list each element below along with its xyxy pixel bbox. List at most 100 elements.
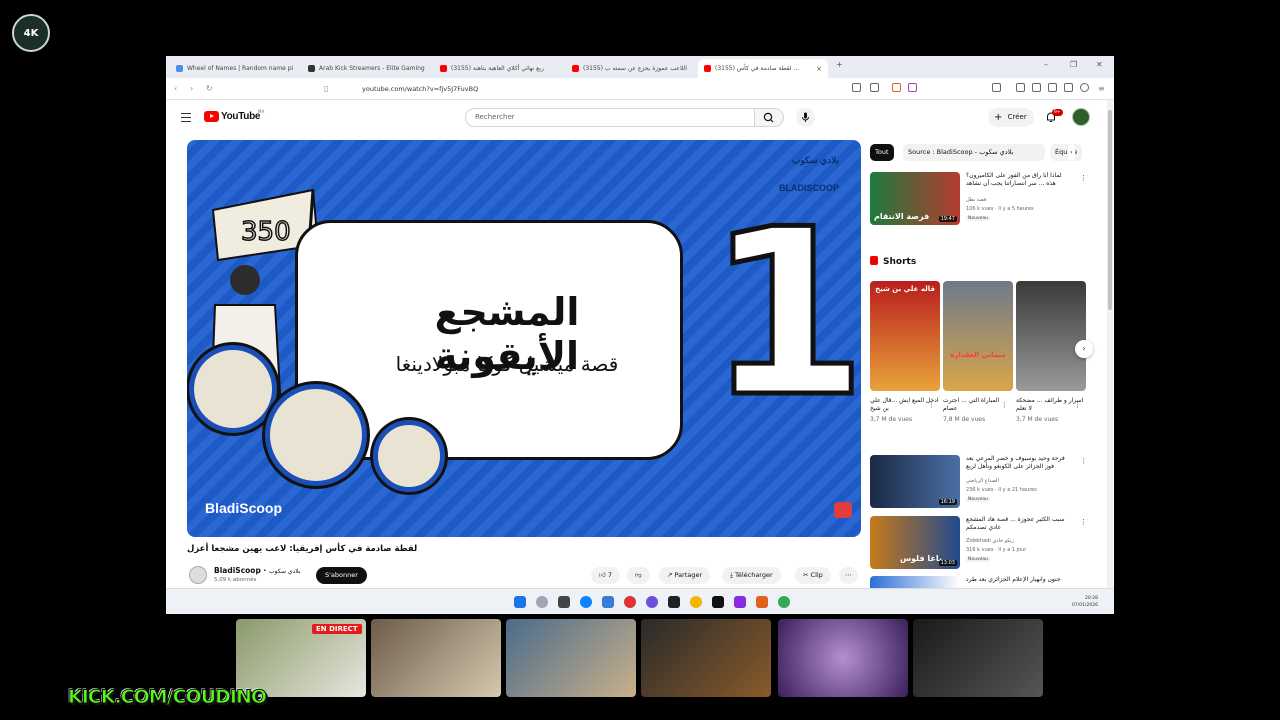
brave-shield-icon[interactable] xyxy=(892,83,901,92)
like-button[interactable]: 👍︎ 7 xyxy=(591,567,621,584)
new-badge: Nouveau xyxy=(966,497,991,502)
app-icon[interactable] xyxy=(624,596,636,608)
youtube-logo[interactable]: YouTube xyxy=(204,111,261,122)
more-options-icon[interactable]: ⋮ xyxy=(1001,401,1008,409)
close-tab-icon[interactable]: × xyxy=(816,65,822,73)
channel-watermark: بلادي سكوب BLADISCOOP xyxy=(778,155,839,193)
app-icon[interactable] xyxy=(778,596,790,608)
tabs-icon[interactable] xyxy=(1032,83,1041,92)
short-thumbnail[interactable] xyxy=(1016,281,1086,391)
extensions-icon[interactable] xyxy=(992,83,1001,92)
more-options-icon[interactable]: ⋮ xyxy=(1080,518,1087,526)
video-thumbnail[interactable]: باغا فلوس 13:03 xyxy=(870,516,960,569)
more-options-icon[interactable]: ⋮ xyxy=(1080,457,1087,465)
page-scrollbar[interactable] xyxy=(1107,100,1113,588)
channel-name[interactable]: BladiScoop · بلادي سكوب xyxy=(214,566,301,575)
webcam-feed xyxy=(506,619,636,697)
close-window-icon[interactable]: ✕ xyxy=(1096,60,1103,69)
video-thumbnail[interactable] xyxy=(870,576,960,588)
shorts-next-icon[interactable]: › xyxy=(1075,340,1093,358)
new-tab-icon[interactable]: + xyxy=(836,60,843,69)
more-options-icon[interactable]: ⋮ xyxy=(1074,401,1081,409)
chips-next-icon[interactable]: › xyxy=(1068,144,1075,161)
chip-all[interactable]: Tout xyxy=(870,144,894,161)
task-view-icon[interactable] xyxy=(558,596,570,608)
wallet-icon[interactable] xyxy=(1064,83,1073,92)
store-icon[interactable] xyxy=(602,596,614,608)
twitch-icon[interactable] xyxy=(734,596,746,608)
thumbnail-caption: باغا فلوس xyxy=(900,554,942,563)
chrome-icon[interactable] xyxy=(690,596,702,608)
system-clock[interactable]: 20:28 07/01/2026 xyxy=(1072,595,1098,609)
recommended-video[interactable]: جنون وانهيار الإعلام الجزائري بعد طرد ⋮ xyxy=(870,576,1080,588)
terminal-icon[interactable] xyxy=(712,596,724,608)
forward-icon[interactable]: › xyxy=(190,84,193,93)
search-icon[interactable] xyxy=(536,596,548,608)
dislike-button[interactable]: 👎︎ xyxy=(627,567,650,584)
tab-arab-kick[interactable]: Arab Kick Streamers - Elite Gaming xyxy=(302,59,432,78)
channel-name[interactable]: قصة بطل xyxy=(966,197,986,203)
video-duration: 16:19 xyxy=(938,499,957,505)
video-title[interactable]: جنون وانهيار الإعلام الجزائري بعد طرد xyxy=(966,576,1070,584)
youtube-favicon-icon xyxy=(440,65,447,72)
tab-label: (3155) ربع نهائي أكلاي العاهبة بتاهنة xyxy=(451,65,544,72)
reload-icon[interactable]: ↻ xyxy=(206,84,213,93)
channel-avatar[interactable] xyxy=(189,566,207,584)
channel-name[interactable]: الصداع الرياضي xyxy=(966,478,999,484)
video-title[interactable]: لماذا أنا راق من الفوز على الكاميرون؟ هذ… xyxy=(966,172,1070,188)
filter-chips: Tout Source : BladiScoop - بلادي سكوب Éq… xyxy=(870,144,1083,161)
edge-icon[interactable] xyxy=(580,596,592,608)
profile-icon[interactable] xyxy=(1080,83,1089,92)
video-title[interactable]: فرحة وحيد بوسيوف و خضر المرعي بعد فوز ال… xyxy=(966,455,1070,471)
video-player[interactable]: 350 المشجع الأيقونة قصة ميشيل كوكا مبولا… xyxy=(187,140,861,537)
minimize-icon[interactable]: – xyxy=(1044,60,1048,69)
more-options-icon[interactable]: ⋮ xyxy=(1080,174,1087,182)
video-thumbnail[interactable]: 16:19 xyxy=(870,455,960,508)
subscribe-button[interactable]: S'abonner xyxy=(316,567,367,584)
back-icon[interactable]: ‹ xyxy=(174,84,177,93)
account-avatar[interactable] xyxy=(1072,108,1090,126)
brave-icon[interactable] xyxy=(756,596,768,608)
share-button[interactable]: ↗ Partager xyxy=(659,567,711,584)
chip-team[interactable]: Équipe xyxy=(1050,144,1083,161)
short-thumbnail[interactable]: قاله علي بن شيخ xyxy=(870,281,940,391)
chip-source[interactable]: Source : BladiScoop - بلادي سكوب xyxy=(903,144,1045,161)
more-options-icon[interactable]: ⋮ xyxy=(928,401,935,409)
more-actions-button[interactable]: ⋯ xyxy=(839,567,858,584)
search-button[interactable] xyxy=(754,108,784,127)
recommended-video[interactable]: فرصة الانتقام 19:47 لماذا أنا راق من الف… xyxy=(870,172,1087,232)
video-thumbnail[interactable]: فرصة الانتقام 19:47 xyxy=(870,172,960,225)
obs-icon[interactable] xyxy=(668,596,680,608)
search-input[interactable]: Rechercher xyxy=(465,108,755,127)
clip-button[interactable]: ✂ Clip xyxy=(795,567,831,584)
browser-menu-icon[interactable]: ≡ xyxy=(1098,84,1105,93)
menu-icon[interactable] xyxy=(181,113,191,124)
recommended-video[interactable]: باغا فلوس 13:03 سبب الكثير عجوزة ... قصة… xyxy=(870,516,1087,571)
sidebar-icon[interactable] xyxy=(1016,83,1025,92)
short-item[interactable]: ميماني العقدارة المباراة التي ... اجترت … xyxy=(943,281,1013,423)
download-icon[interactable] xyxy=(1048,83,1057,92)
tab-youtube-2[interactable]: (3155) اللاعب عموزة يحزع عن سمته ب xyxy=(566,59,696,78)
cast-icon[interactable] xyxy=(852,83,861,92)
tab-youtube-1[interactable]: (3155) ربع نهائي أكلاي العاهبة بتاهنة xyxy=(434,59,564,78)
start-icon[interactable] xyxy=(514,596,526,608)
country-code: MA xyxy=(258,109,265,114)
rewards-icon[interactable] xyxy=(908,83,917,92)
youtube-overlay-icon[interactable] xyxy=(834,502,852,518)
url-field[interactable]: youtube.com/watch?v=fjv5J7FuvBQ xyxy=(342,82,842,96)
download-button[interactable]: ⤓ Télécharger xyxy=(722,567,781,584)
share-page-icon[interactable] xyxy=(870,83,879,92)
recommended-video[interactable]: 16:19 فرحة وحيد بوسيوف و خضر المرعي بعد … xyxy=(870,455,1087,513)
maximize-icon[interactable]: ❐ xyxy=(1070,60,1077,69)
voice-search-button[interactable] xyxy=(796,108,815,127)
bookmark-icon[interactable]: ▯ xyxy=(324,84,328,93)
channel-name[interactable]: Zidekhadi زيكو خادي xyxy=(966,538,1014,544)
notification-count-badge: 9+ xyxy=(1052,109,1063,116)
create-button[interactable]: + Créer xyxy=(988,108,1034,127)
short-item[interactable]: قاله علي بن شيخ ادخل المبع ايش ...قال عل… xyxy=(870,281,940,423)
discord-icon[interactable] xyxy=(646,596,658,608)
tab-youtube-active[interactable]: (3155) لقطة صادمة في كأس ... × xyxy=(698,59,828,78)
video-title[interactable]: سبب الكثير عجوزة ... قصة هاد المشجع غادي… xyxy=(966,516,1070,532)
short-thumbnail[interactable]: ميماني العقدارة xyxy=(943,281,1013,391)
tab-wheel-of-names[interactable]: Wheel of Names | Random name pi xyxy=(170,59,300,78)
